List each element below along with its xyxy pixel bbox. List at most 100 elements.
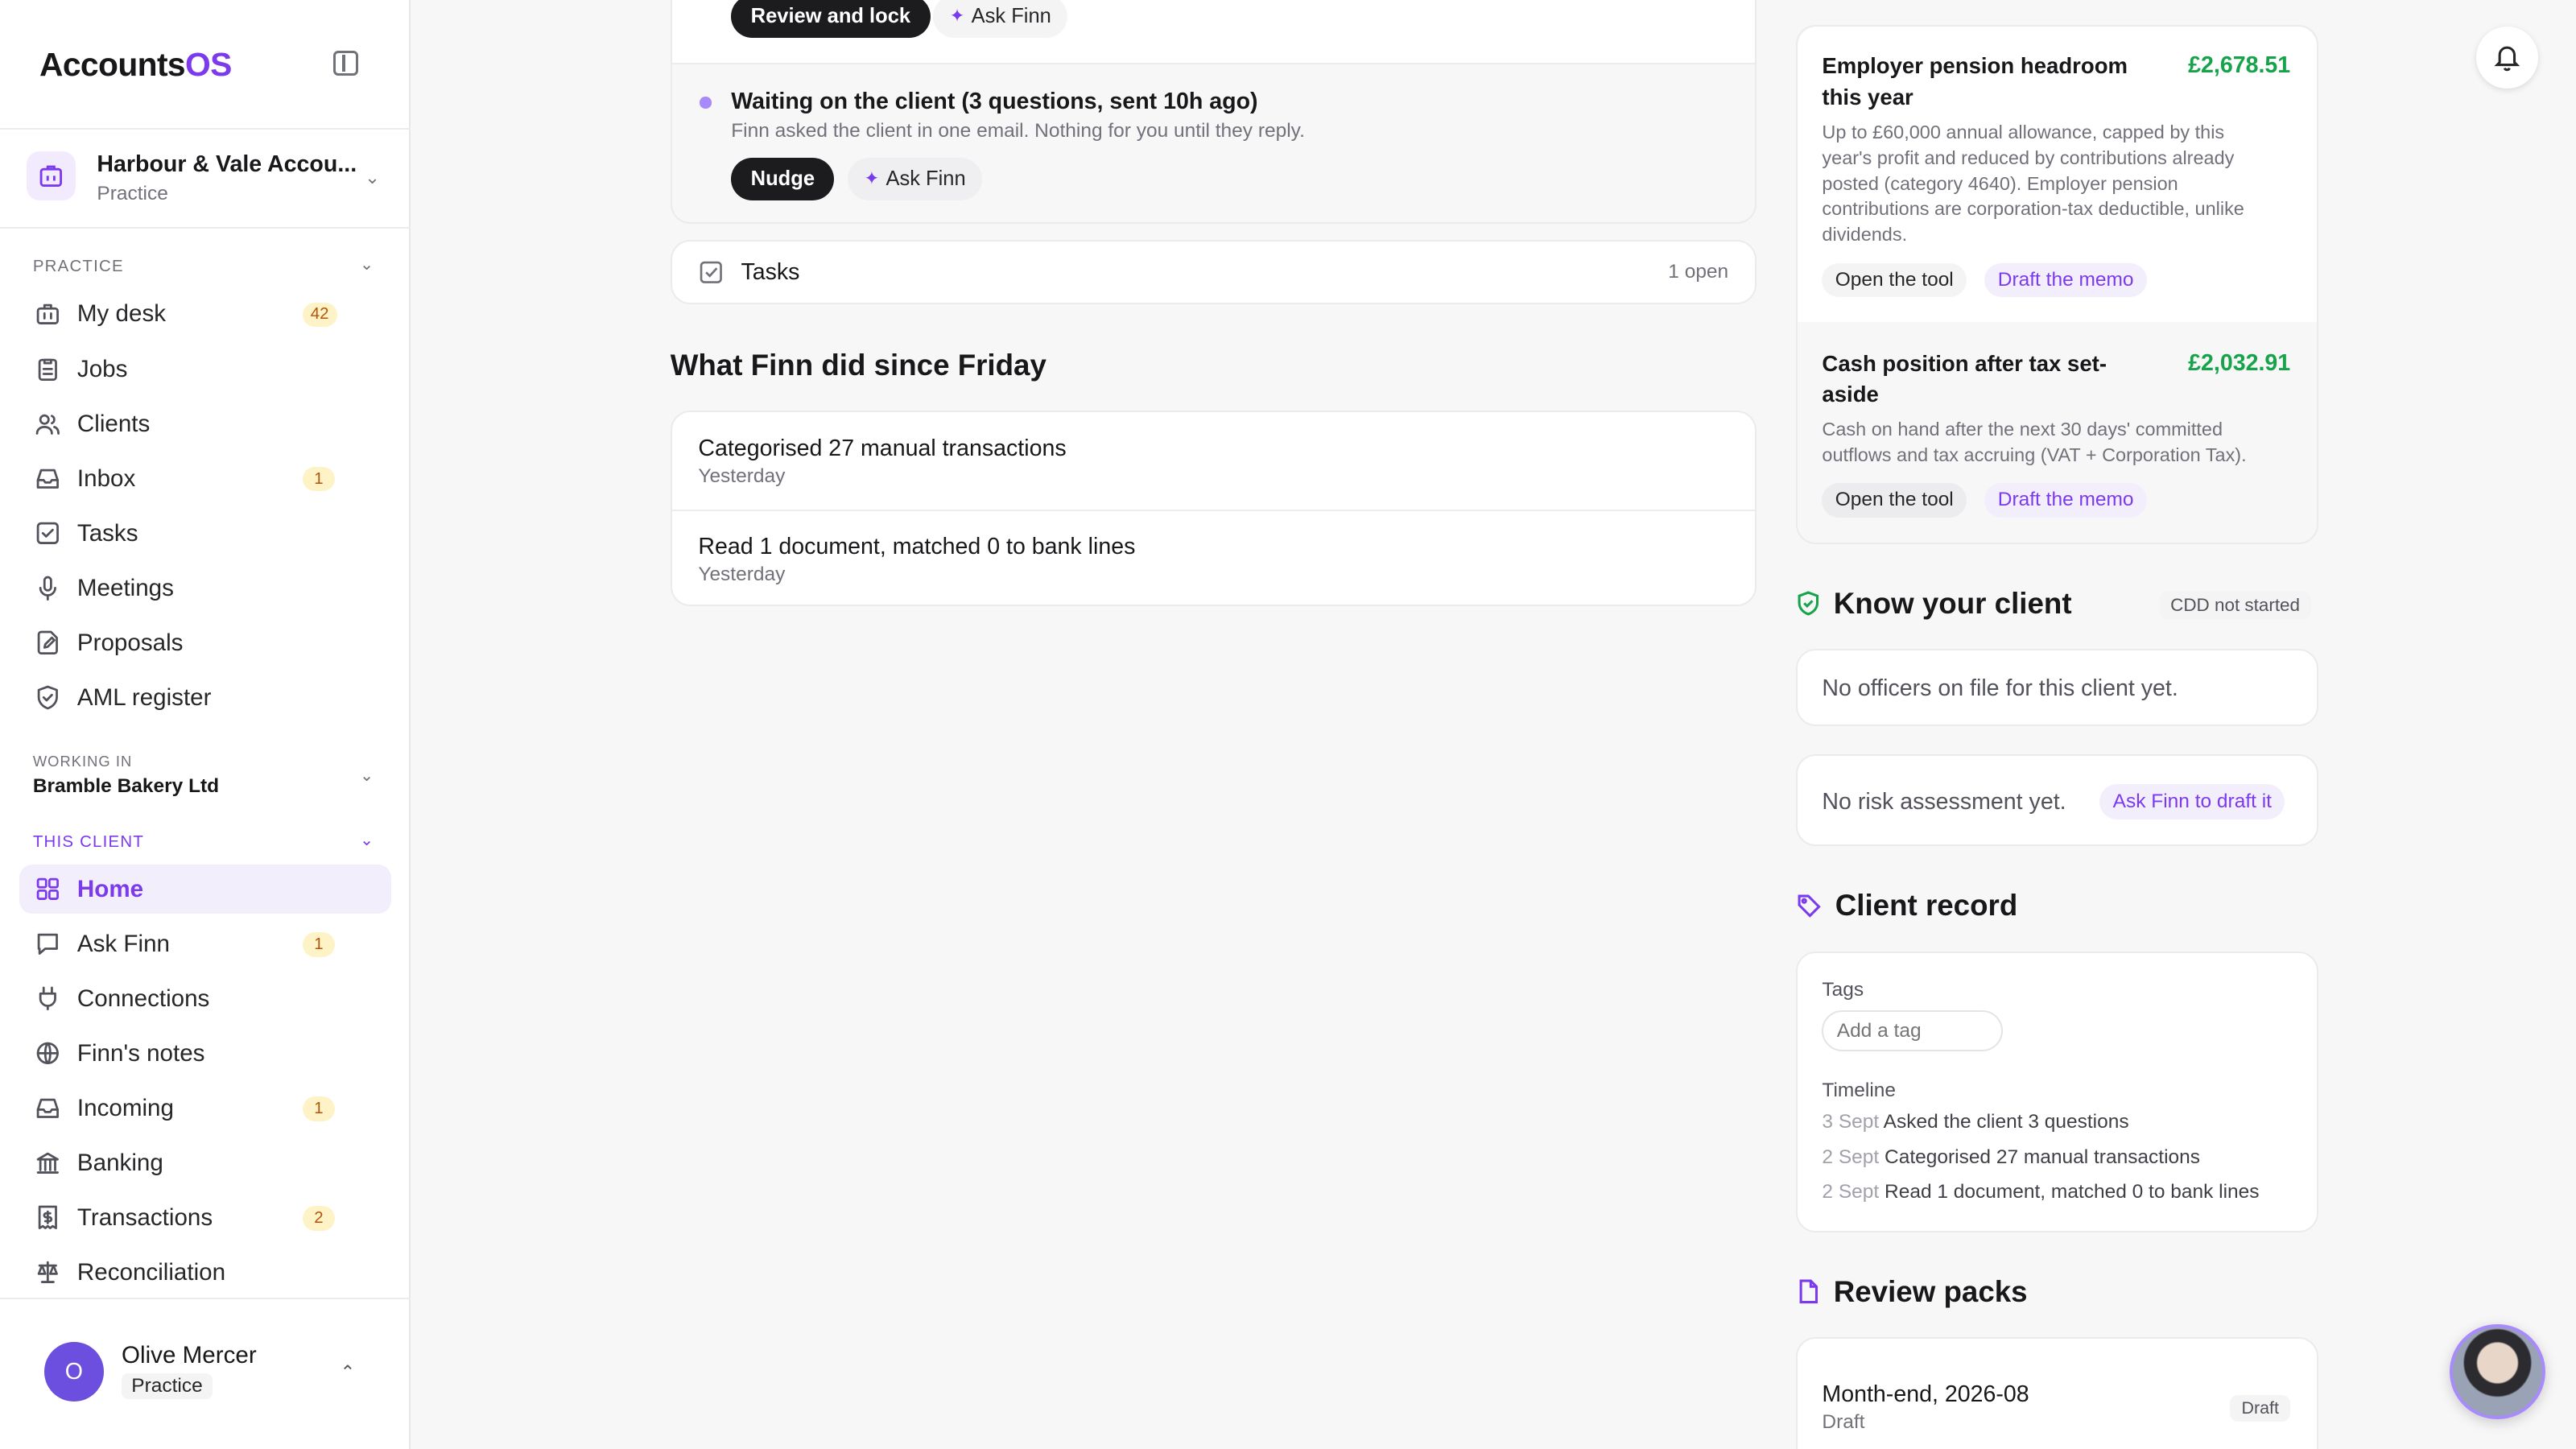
shield-check-icon — [1798, 591, 1818, 616]
nav-label: Home — [76, 875, 144, 902]
nav-label: Ask Finn — [76, 930, 170, 957]
org-switcher[interactable]: Harbour & Vale Accou... Practice ⌄ — [26, 151, 388, 204]
users-icon — [35, 411, 61, 437]
ask-finn-draft-risk-button[interactable]: Ask Finn to draft it — [2099, 783, 2285, 820]
bell-icon — [2494, 46, 2520, 72]
risk-empty-text: No risk assessment yet. — [1822, 788, 2066, 815]
timeline-date: 3 Sept — [1822, 1110, 1880, 1133]
count-badge: 1 — [302, 931, 336, 957]
timeline-date: 2 Sept — [1822, 1146, 1880, 1168]
count-badge: 2 — [302, 1206, 336, 1231]
sidebar-item-aml-register[interactable]: AML register — [19, 673, 390, 722]
plug-icon — [35, 985, 61, 1012]
review-pack-item[interactable]: Month-end, 2026-08 Draft Draft — [1795, 1337, 2318, 1449]
org-name: Harbour & Vale Accou... — [97, 151, 357, 177]
nav-label: Proposals — [76, 629, 184, 656]
nav-label: Jobs — [76, 355, 128, 382]
sidebar-item-my-desk[interactable]: My desk 42 — [19, 289, 390, 338]
insight-description: Up to £60,000 annual allowance, capped b… — [1822, 121, 2244, 246]
user-menu[interactable]: O Olive Mercer Practice ⌃ — [0, 1298, 411, 1449]
client-record-card: Tags Timeline 3 Sept Asked the client 3 … — [1795, 951, 2318, 1232]
client-record-heading: Client record — [1796, 889, 2017, 923]
sidebar-item-clients[interactable]: Clients — [19, 398, 390, 448]
collapse-sidebar-icon[interactable] — [333, 51, 358, 76]
checkbox-icon — [700, 262, 723, 284]
timeline-text: Categorised 27 manual transactions — [1885, 1146, 2201, 1168]
sidebar-item-home[interactable]: Home — [19, 864, 391, 914]
sidebar-item-jobs[interactable]: Jobs — [19, 344, 390, 393]
working-in-label: WORKING IN — [32, 752, 133, 770]
sidebar-item-finn-s-notes[interactable]: Finn's notes — [19, 1029, 390, 1078]
file-edit-icon — [35, 630, 61, 656]
chevron-down-icon: ⌄ — [365, 167, 380, 188]
receipt-icon — [35, 1204, 61, 1231]
grid-icon — [35, 876, 61, 902]
user-role: Practice — [122, 1373, 213, 1400]
sidebar-item-meetings[interactable]: Meetings — [19, 564, 390, 613]
draft-memo-button[interactable]: Draft the memo — [1984, 262, 2147, 298]
finn-activity-title: What Finn did since Friday — [670, 348, 1046, 382]
activity-time: Yesterday — [698, 464, 786, 487]
chat-icon — [35, 931, 61, 957]
chevron-up-icon[interactable]: ⌃ — [340, 1362, 355, 1383]
section-label-this-client: THIS CLIENT — [32, 832, 145, 851]
inbox-icon — [35, 1095, 61, 1121]
tasks-count: 1 open — [1668, 261, 1729, 283]
insight-title: Employer pension headroom this year — [1822, 53, 2128, 109]
timeline-entry: 3 Sept Asked the client 3 questions — [1822, 1111, 2128, 1133]
sidebar-item-inbox[interactable]: Inbox 1 — [19, 453, 390, 502]
add-tag-input[interactable] — [1822, 1010, 2003, 1052]
chevron-down-icon[interactable]: ⌄ — [360, 254, 374, 275]
finn-assistant-avatar[interactable] — [2450, 1324, 2545, 1420]
building-icon — [26, 151, 76, 200]
timeline-entry: 2 Sept Categorised 27 manual transaction… — [1822, 1146, 2200, 1169]
nav-label: Connections — [76, 985, 210, 1012]
checkbox-icon — [35, 520, 61, 547]
nav-label: Clients — [76, 410, 151, 437]
chevron-down-icon[interactable]: ⌄ — [360, 830, 374, 850]
sidebar-item-incoming[interactable]: Incoming 1 — [19, 1084, 390, 1133]
draft-badge: Draft — [2230, 1394, 2291, 1422]
nav-label: AML register — [76, 683, 212, 711]
insight-description: Cash on hand after the next 30 days' com… — [1822, 419, 2247, 466]
microphone-icon — [35, 575, 61, 601]
sidebar-item-connections[interactable]: Connections — [19, 974, 390, 1023]
sidebar-item-proposals[interactable]: Proposals — [19, 618, 390, 667]
tasks-row[interactable]: Tasks 1 open — [670, 239, 1757, 304]
nav-label: Inbox — [76, 464, 136, 492]
user-name: Olive Mercer — [122, 1342, 257, 1369]
sidebar-item-reconciliation[interactable]: Reconciliation — [19, 1248, 390, 1297]
nudge-button[interactable]: Nudge — [731, 157, 835, 200]
finn-activity-list: Categorised 27 manual transactions Yeste… — [670, 411, 1757, 607]
count-badge: 1 — [302, 466, 336, 492]
working-in-client[interactable]: Bramble Bakery Ltd — [33, 775, 219, 798]
nav-label: Meetings — [76, 574, 174, 601]
insight-amount: £2,032.91 — [2188, 349, 2291, 376]
app-logo[interactable]: AccountsOS — [39, 46, 232, 84]
timeline-text: Read 1 document, matched 0 to bank lines — [1885, 1181, 2260, 1203]
sidebar-item-tasks[interactable]: Tasks — [19, 508, 390, 557]
open-tool-button[interactable]: Open the tool — [1822, 483, 1967, 518]
ask-finn-button[interactable]: ✦ Ask Finn — [848, 157, 983, 200]
tag-icon — [1798, 894, 1821, 918]
sidebar: AccountsOS Harbour & Vale Accou... Pract… — [0, 0, 411, 1449]
activity-title: Read 1 document, matched 0 to bank lines — [698, 534, 1136, 560]
insight-title: Cash position after tax set-aside — [1822, 350, 2107, 407]
sidebar-item-ask-finn[interactable]: Ask Finn 1 — [19, 919, 390, 968]
insights-card: Employer pension headroom this year £2,67… — [1795, 24, 2318, 544]
status-dot — [700, 97, 712, 109]
open-tool-button[interactable]: Open the tool — [1822, 262, 1967, 298]
ask-finn-button[interactable]: ✦ Ask Finn — [933, 0, 1068, 38]
nav-label: Incoming — [76, 1095, 174, 1122]
sidebar-item-banking[interactable]: Banking — [19, 1138, 390, 1187]
review-packs-heading: Review packs — [1796, 1275, 2028, 1309]
waiting-description: Finn asked the client in one email. Noth… — [731, 119, 1305, 142]
review-and-lock-button[interactable]: Review and lock — [731, 0, 931, 38]
section-label-practice: PRACTICE — [32, 258, 124, 276]
draft-memo-button[interactable]: Draft the memo — [1984, 483, 2147, 518]
notifications-button[interactable] — [2475, 26, 2539, 89]
chevron-down-icon[interactable]: ⌄ — [360, 766, 374, 786]
timeline-text: Asked the client 3 questions — [1883, 1110, 2129, 1133]
sidebar-item-transactions[interactable]: Transactions 2 — [19, 1193, 390, 1242]
document-icon — [1799, 1280, 1818, 1304]
